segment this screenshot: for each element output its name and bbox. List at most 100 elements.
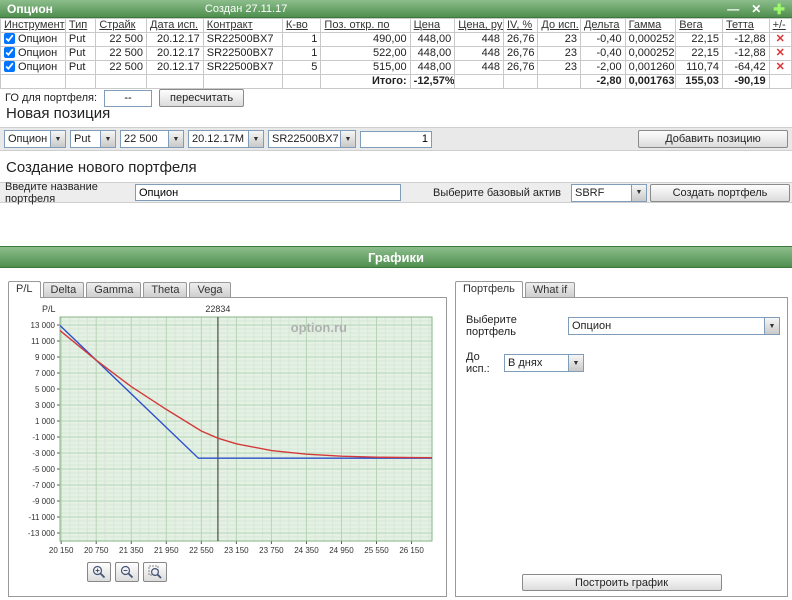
- remove-position-button[interactable]: ✕: [773, 62, 788, 74]
- base-asset-select[interactable]: SBRF ▼: [571, 183, 647, 202]
- svg-text:24 950: 24 950: [329, 546, 354, 555]
- charts-section-header: Графики: [0, 246, 792, 268]
- window-title: Опцион: [7, 1, 53, 16]
- tab-pl[interactable]: P/L: [8, 281, 41, 298]
- cell-vega: 22,15: [675, 46, 723, 61]
- cell-instrument: Опцион: [0, 32, 66, 47]
- cell-theta: -12,88: [721, 46, 770, 61]
- cell-theta: -12,88: [721, 32, 770, 47]
- row-checkbox[interactable]: [4, 47, 15, 58]
- new-position-bar: Опцион ▼ Put ▼ 22 500 ▼ 20.12.17М ▼ SR22…: [0, 127, 792, 151]
- cell-strike: 22 500: [95, 32, 148, 47]
- remove-position-button[interactable]: ✕: [773, 48, 788, 60]
- totals-delta: -2,80: [579, 74, 626, 89]
- column-header-contract[interactable]: Контракт: [202, 18, 283, 33]
- totals-gamma: 0,001763: [624, 74, 677, 89]
- new-position-title: Новая позиция: [6, 105, 111, 122]
- svg-text:-5 000: -5 000: [32, 465, 55, 474]
- column-header-plusminus[interactable]: +/-: [768, 18, 792, 33]
- cell-price: 448,00: [409, 60, 456, 75]
- cell-delta: -0,40: [579, 46, 626, 61]
- np-instrument-select[interactable]: Опцион ▼: [4, 130, 66, 148]
- zoom-in-button[interactable]: [87, 562, 111, 582]
- svg-text:-11 000: -11 000: [28, 513, 55, 522]
- base-asset-label: Выберите базовый актив: [433, 186, 561, 199]
- cell-expiry: 20.12.17: [146, 32, 204, 47]
- zoom-out-icon: [120, 565, 134, 579]
- cell-remove: ✕: [768, 60, 792, 75]
- column-header-strike[interactable]: Страйк: [95, 18, 148, 33]
- chevron-down-icon: ▼: [168, 131, 183, 147]
- portfolio-select-label: Выберите портфель: [466, 314, 517, 338]
- tab-portfolio[interactable]: Портфель: [455, 281, 523, 298]
- column-header-qty[interactable]: К-во: [281, 18, 322, 33]
- positions-table: Инструмент Тип Страйк Дата исп. Контракт…: [0, 18, 792, 89]
- add-position-button[interactable]: Добавить позицию: [638, 130, 788, 148]
- remove-position-button[interactable]: ✕: [773, 34, 788, 46]
- chevron-down-icon: ▼: [248, 131, 263, 147]
- column-header-type[interactable]: Тип: [64, 18, 97, 33]
- cell-delta: -2,00: [579, 60, 626, 75]
- tab-what-if[interactable]: What if: [524, 282, 576, 298]
- column-header-delta[interactable]: Дельта: [579, 18, 626, 33]
- column-header-gamma[interactable]: Гамма: [624, 18, 677, 33]
- column-header-price[interactable]: Цена: [409, 18, 456, 33]
- np-type-select[interactable]: Put ▼: [70, 130, 116, 148]
- svg-text:22 550: 22 550: [189, 546, 214, 555]
- portfolio-name-input[interactable]: [135, 184, 401, 201]
- column-header-vega[interactable]: Вега: [675, 18, 723, 33]
- totals-vega: 155,03: [675, 74, 723, 89]
- column-header-expiry[interactable]: Дата исп.: [146, 18, 204, 33]
- cell-price: 448,00: [409, 46, 456, 61]
- recalculate-button[interactable]: пересчитать: [159, 89, 245, 107]
- tab-vega[interactable]: Vega: [189, 282, 231, 298]
- tab-delta[interactable]: Delta: [42, 282, 85, 298]
- np-strike-select[interactable]: 22 500 ▼: [120, 130, 184, 148]
- column-header-instrument[interactable]: Инструмент: [0, 18, 66, 33]
- column-header-theta[interactable]: Тетта: [721, 18, 770, 33]
- tab-gamma[interactable]: Gamma: [86, 282, 142, 298]
- cell-type: Put: [64, 46, 97, 61]
- build-chart-button[interactable]: Построить график: [521, 574, 722, 591]
- go-input[interactable]: [104, 89, 153, 107]
- pl-chart-plot[interactable]: 20 150 20 750 21 350 21 950 22 550 23 150 23 7…: [12, 301, 438, 559]
- zoom-out-button[interactable]: [115, 562, 139, 582]
- close-icon[interactable]: ✕: [751, 1, 761, 17]
- minimize-icon[interactable]: —: [727, 1, 739, 17]
- portfolio-select[interactable]: Опцион ▼: [568, 317, 780, 335]
- column-header-days[interactable]: До исп.: [537, 18, 581, 33]
- add-portfolio-icon[interactable]: ✚: [773, 1, 785, 17]
- np-contract-select[interactable]: SR22500BX7 ▼: [268, 130, 356, 148]
- svg-text:21 350: 21 350: [119, 546, 144, 555]
- cell-gamma: 0,000252: [624, 46, 677, 61]
- row-checkbox[interactable]: [4, 33, 15, 44]
- totals-percent: -12,57%: [409, 74, 456, 89]
- zoom-select-icon: [148, 565, 162, 579]
- column-header-iv[interactable]: IV, %: [502, 18, 539, 33]
- cell-remove: ✕: [768, 46, 792, 61]
- tab-theta[interactable]: Theta: [143, 282, 188, 298]
- window-titlebar: Опцион Создан 27.11.17 — ✕ ✚: [0, 0, 792, 18]
- create-portfolio-button[interactable]: Создать портфель: [650, 183, 790, 202]
- column-header-price-rub[interactable]: Цена, руб.: [454, 18, 504, 33]
- zoom-select-button[interactable]: [143, 562, 167, 582]
- cell-iv: 26,76: [502, 32, 539, 47]
- row-checkbox[interactable]: [4, 61, 15, 72]
- column-header-open[interactable]: Поз. откр. по: [320, 18, 411, 33]
- cell-vega: 110,74: [675, 60, 723, 75]
- svg-text:24 350: 24 350: [294, 546, 319, 555]
- days-select[interactable]: В днях ▼: [504, 354, 584, 372]
- cell-expiry: 20.12.17: [146, 60, 204, 75]
- portfolio-name-label: Введите название портфеля: [5, 180, 98, 205]
- portfolio-panel: Выберите портфель Опцион ▼ До исп.: В дн…: [455, 297, 788, 597]
- cell-iv: 26,76: [502, 46, 539, 61]
- created-date: Создан 27.11.17: [204, 2, 288, 15]
- cell-days: 23: [537, 32, 581, 47]
- svg-text:22834: 22834: [205, 304, 230, 314]
- np-qty-input[interactable]: [360, 130, 432, 148]
- cell-days: 23: [537, 46, 581, 61]
- svg-text:23 750: 23 750: [259, 546, 284, 555]
- np-expiry-select[interactable]: 20.12.17М ▼: [188, 130, 264, 148]
- cell-gamma: 0,000252: [624, 32, 677, 47]
- portfolio-tabs: Портфель What if: [455, 281, 576, 298]
